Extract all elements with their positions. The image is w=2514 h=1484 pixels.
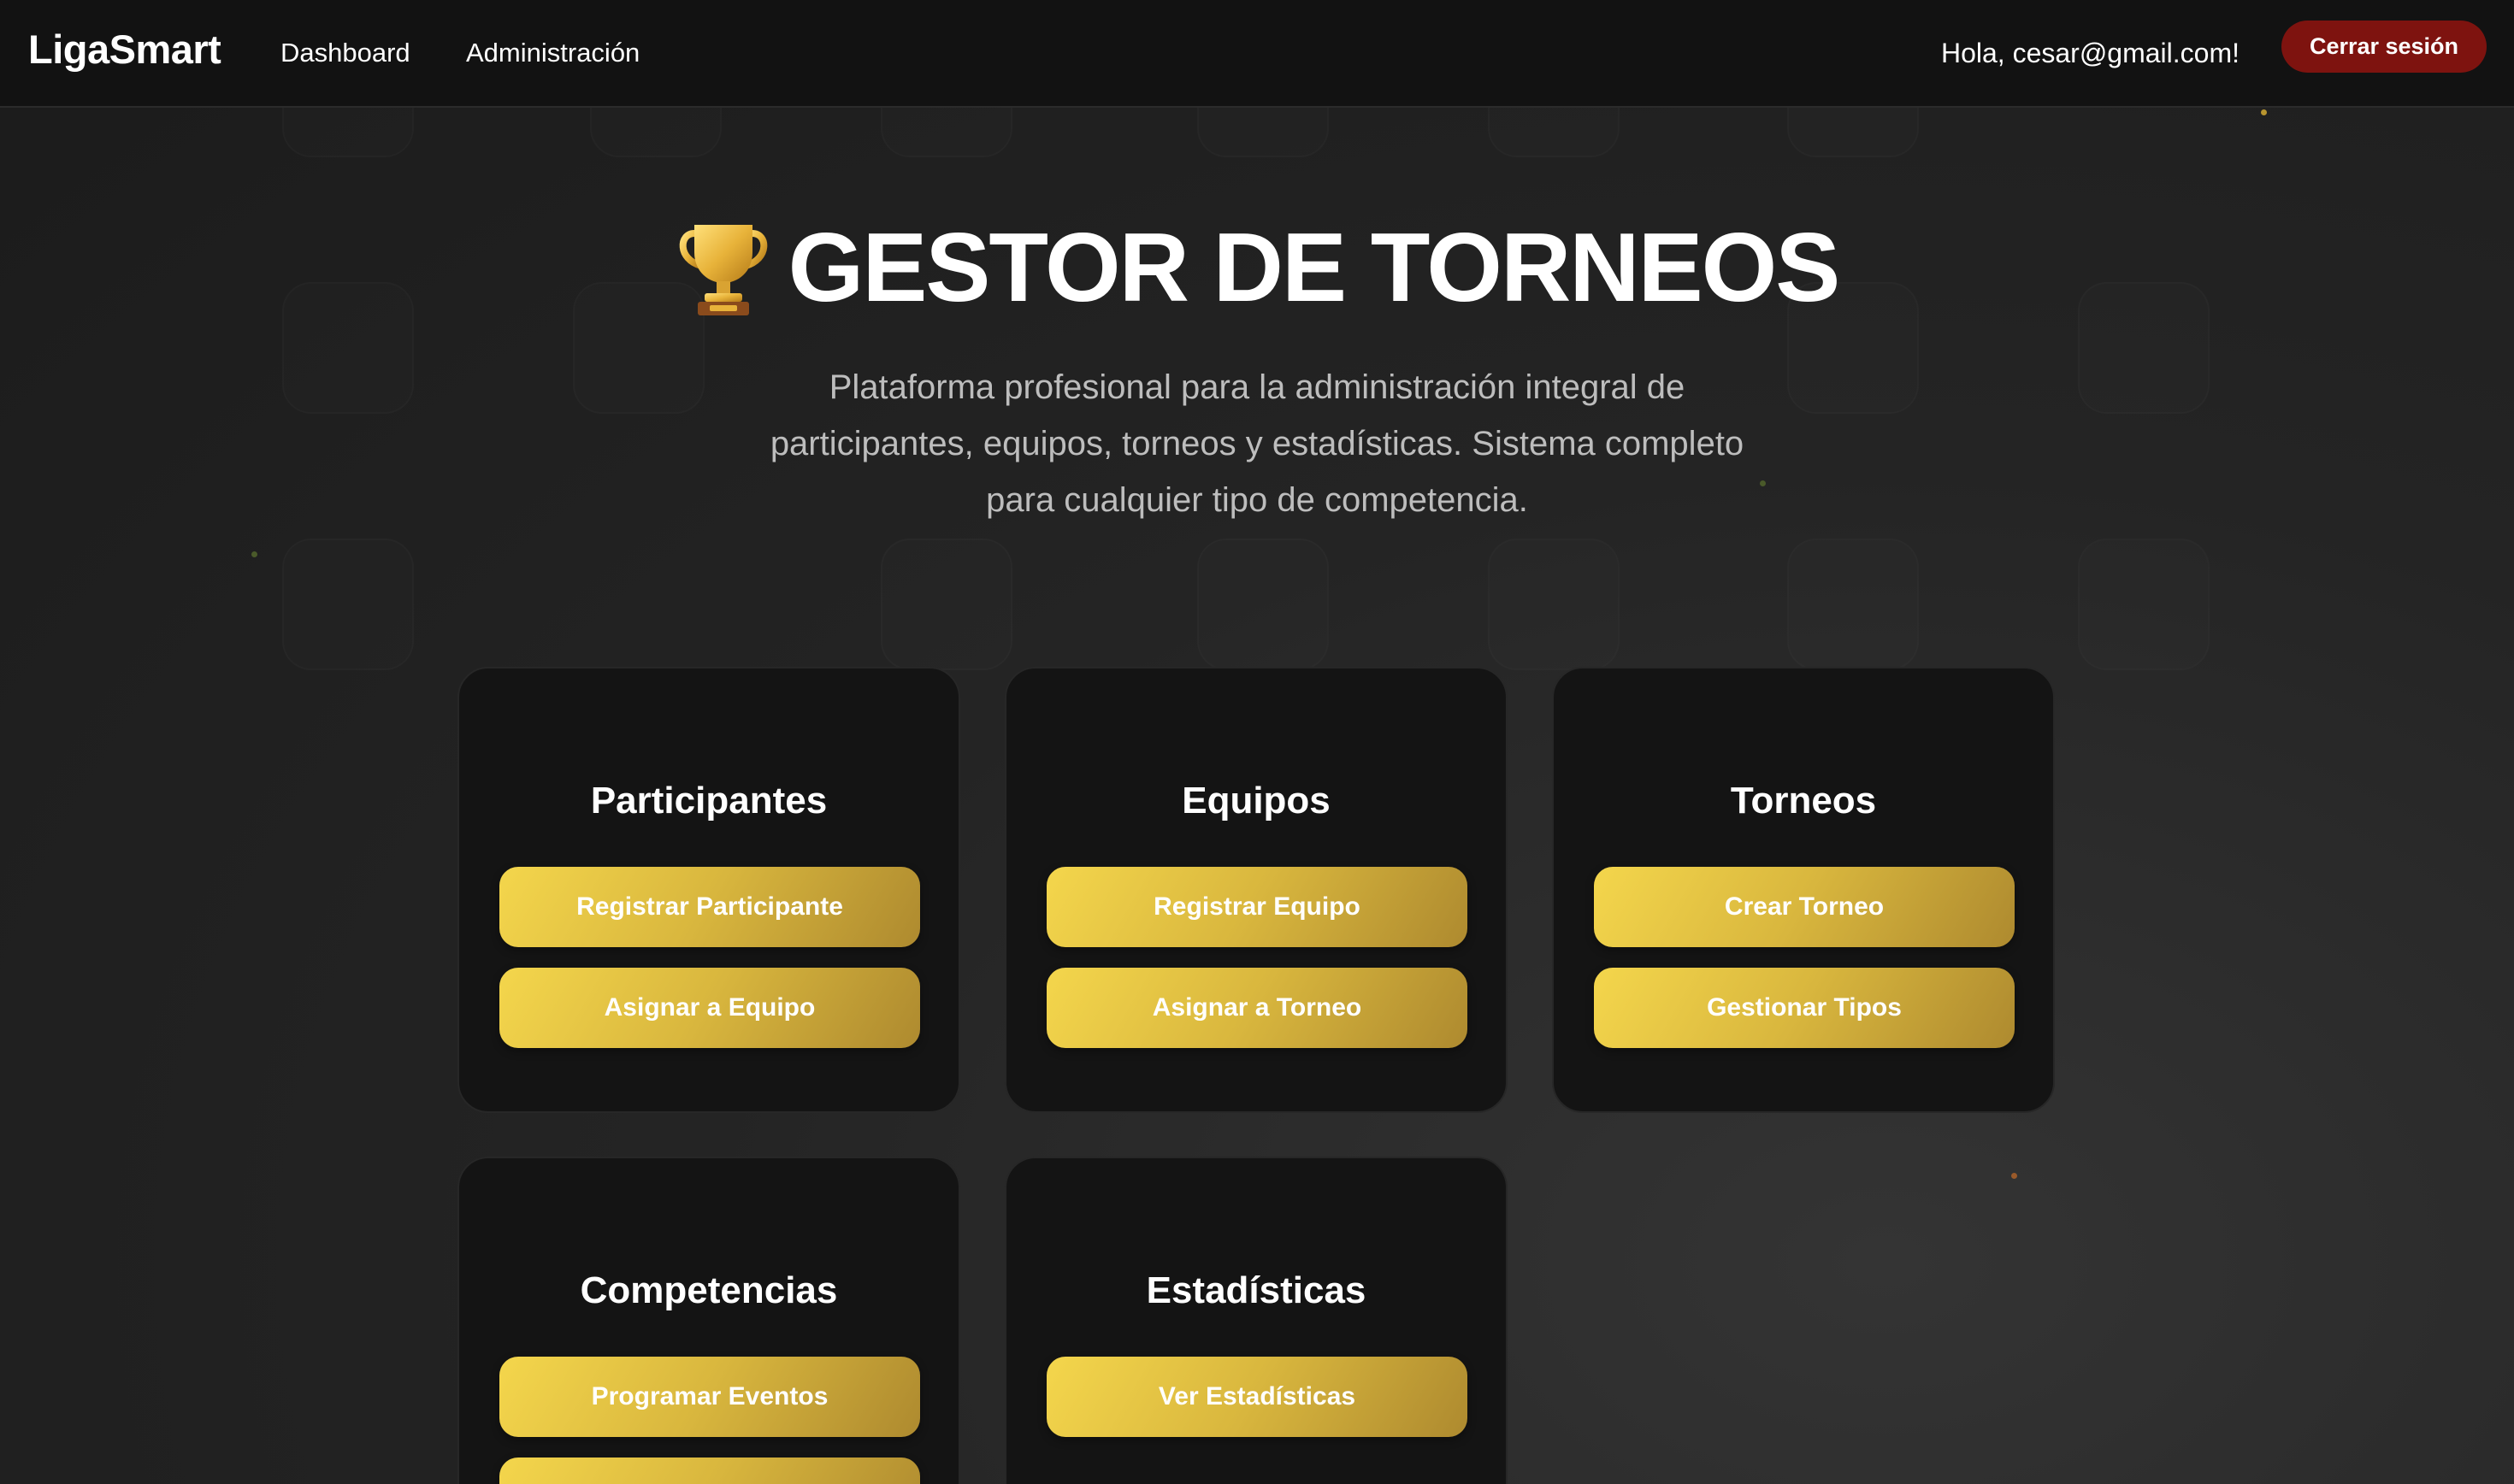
card-competencias: Competencias Programar Eventos — [457, 1157, 960, 1484]
brand-logo[interactable]: LigaSmart — [28, 26, 221, 73]
card-title: Estadísticas — [1146, 1269, 1366, 1311]
programar-eventos-button[interactable]: Programar Eventos — [499, 1357, 920, 1437]
sparkle-dot — [251, 551, 257, 557]
trophy-icon — [679, 225, 767, 315]
registrar-participante-button[interactable]: Registrar Participante — [499, 867, 920, 947]
background-pattern-icon — [1197, 539, 1329, 670]
top-navbar: LigaSmart Dashboard Administración Hola,… — [0, 0, 2514, 108]
nav-link-administracion[interactable]: Administración — [466, 38, 640, 68]
asignar-a-torneo-button[interactable]: Asignar a Torneo — [1047, 968, 1467, 1048]
background-pattern-icon — [1488, 539, 1620, 670]
registrar-equipo-button[interactable]: Registrar Equipo — [1047, 867, 1467, 947]
asignar-a-equipo-button[interactable]: Asignar a Equipo — [499, 968, 920, 1048]
sparkle-dot — [2261, 109, 2267, 115]
card-title: Equipos — [1182, 780, 1331, 822]
user-greeting: Hola, cesar@gmail.com! — [1940, 38, 2240, 68]
background-pattern-icon — [881, 539, 1012, 670]
page-subtitle: Plataforma profesional para la administr… — [770, 368, 1744, 519]
card-participantes: Participantes Registrar Participante Asi… — [457, 667, 960, 1113]
card-torneos: Torneos Crear Torneo Gestionar Tipos — [1552, 667, 2055, 1113]
background-pattern-icon — [1787, 539, 1919, 670]
card-title: Torneos — [1730, 780, 1877, 822]
card-title: Competencias — [580, 1269, 838, 1311]
card-equipos: Equipos Registrar Equipo Asignar a Torne… — [1005, 667, 1508, 1113]
logout-button[interactable]: Cerrar sesión — [2281, 21, 2487, 73]
card-estadisticas: Estadísticas Ver Estadísticas — [1005, 1157, 1508, 1484]
card-title: Participantes — [590, 780, 828, 822]
page-title: GESTOR DE TORNEOS — [788, 214, 1841, 322]
ver-estadisticas-button[interactable]: Ver Estadísticas — [1047, 1357, 1467, 1437]
nav-link-dashboard[interactable]: Dashboard — [280, 38, 410, 68]
competencias-secondary-button[interactable] — [499, 1458, 920, 1484]
sparkle-dot — [2011, 1173, 2017, 1179]
background-pattern-icon — [2078, 539, 2210, 670]
crear-torneo-button[interactable]: Crear Torneo — [1594, 867, 2015, 947]
hero-header: GESTOR DE TORNEOS — [0, 218, 2514, 319]
gestionar-tipos-button[interactable]: Gestionar Tipos — [1594, 968, 2015, 1048]
background-pattern-icon — [282, 539, 414, 670]
